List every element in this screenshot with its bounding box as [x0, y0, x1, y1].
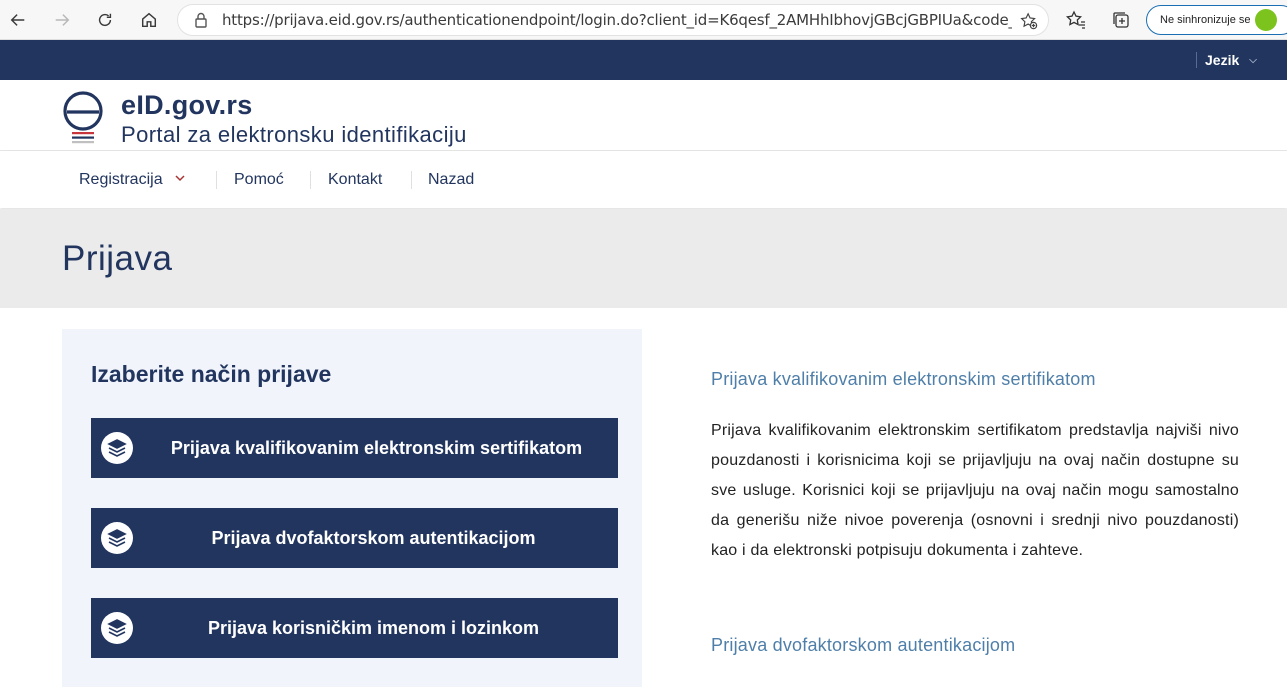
url-text[interactable]: https://prijava.eid.gov.rs/authenticatio…	[222, 11, 1012, 29]
back-icon[interactable]	[4, 6, 32, 34]
refresh-icon[interactable]	[91, 6, 119, 34]
nav-divider	[310, 171, 311, 189]
site-subtitle: Portal za elektronsku identifikaciju	[121, 122, 467, 147]
site-header: eID.gov.rs Portal za elektronsku identif…	[0, 80, 1287, 151]
divider	[1196, 52, 1197, 68]
favorites-icon[interactable]	[1065, 10, 1086, 30]
certificate-login-button[interactable]: Prijava kvalifikovanim elektronskim sert…	[91, 418, 618, 478]
nav-item-label: Nazad	[428, 170, 475, 188]
browser-toolbar: https://prijava.eid.gov.rs/authenticatio…	[0, 0, 1287, 40]
site-name[interactable]: eID.gov.rs	[121, 90, 253, 121]
avatar	[1255, 9, 1277, 31]
info-heading-certificate: Prijava kvalifikovanim elektronskim sert…	[711, 369, 1096, 389]
button-label: Prijava kvalifikovanim elektronskim sert…	[170, 437, 583, 458]
button-label: Prijava korisničkim imenom i lozinkom	[207, 617, 540, 638]
layers-icon	[101, 612, 133, 644]
username-password-login-button[interactable]: Prijava korisničkim imenom i lozinkom	[91, 598, 618, 658]
chevron-down-icon: ⌵	[1249, 54, 1257, 66]
collections-icon[interactable]	[1111, 10, 1131, 30]
nav-divider	[216, 171, 217, 189]
nav-item-label: Pomoć	[234, 170, 284, 188]
lock-icon[interactable]	[194, 12, 208, 28]
nav-item-label: Registracija	[79, 170, 163, 188]
nav-item-pomoc[interactable]: Pomoć	[234, 151, 284, 208]
two-factor-login-button[interactable]: Prijava dvofaktorskom autentikacijom	[91, 508, 618, 568]
main-nav: Registracija Pomoć Kontakt Nazad	[0, 151, 1287, 208]
nav-divider	[411, 171, 412, 189]
sync-label: Ne sinhronizuje se	[1160, 14, 1251, 26]
add-favorite-icon[interactable]	[1020, 12, 1038, 30]
panel-title: Izaberite način prijave	[91, 361, 332, 387]
nav-item-nazad[interactable]: Nazad	[428, 151, 474, 208]
page-title: Prijava	[62, 239, 173, 278]
forward-icon	[48, 6, 76, 34]
chevron-down-icon	[175, 174, 185, 185]
nav-item-kontakt[interactable]: Kontakt	[328, 151, 382, 208]
nav-item-registracija[interactable]: Registracija	[79, 151, 185, 208]
button-label: Prijava dvofaktorskom autentikacijom	[211, 527, 536, 548]
language-label: Jezik	[1205, 52, 1240, 68]
top-strip: Jezik ⌵	[0, 40, 1287, 80]
profile-sync-button[interactable]: Ne sinhronizuje se	[1146, 5, 1287, 35]
address-bar[interactable]: https://prijava.eid.gov.rs/authenticatio…	[177, 4, 1049, 36]
layers-icon	[101, 522, 133, 554]
info-heading-two-factor: Prijava dvofaktorskom autentikacijom	[711, 635, 1016, 655]
layers-icon	[101, 432, 133, 464]
info-text-certificate: Prijava kvalifikovanim elektronskim sert…	[711, 422, 1239, 559]
language-selector[interactable]: Jezik ⌵	[1196, 40, 1257, 80]
login-options-panel: Izaberite način prijave Prijava kvalifik…	[62, 329, 642, 687]
page-title-band: Prijava	[0, 209, 1287, 308]
nav-item-label: Kontakt	[328, 170, 383, 188]
eid-logo-icon[interactable]	[62, 90, 106, 146]
home-icon[interactable]	[135, 6, 163, 34]
